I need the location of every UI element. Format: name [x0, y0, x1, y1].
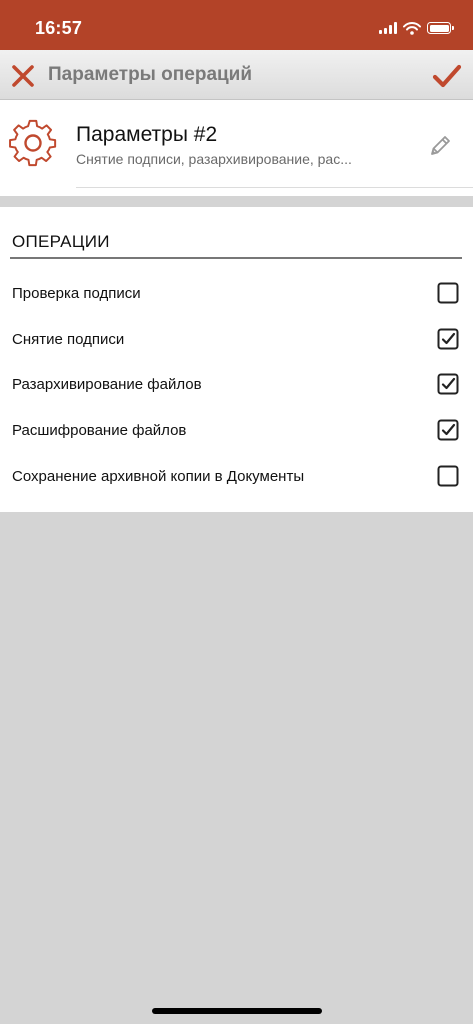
cellular-signal-icon: [379, 22, 397, 34]
navigation-bar: Параметры операций: [0, 50, 473, 100]
operation-row-decrypt-files[interactable]: Расшифрование файлов: [0, 409, 473, 455]
checkbox-unchecked[interactable]: [437, 282, 459, 304]
checkbox-checked[interactable]: [437, 419, 459, 441]
home-indicator[interactable]: [152, 1008, 322, 1014]
wifi-icon: [403, 21, 421, 35]
pencil-icon[interactable]: [427, 133, 453, 159]
operation-label: Проверка подписи: [12, 285, 141, 302]
status-icons: [379, 20, 454, 36]
gear-icon: [9, 119, 57, 167]
operation-row-remove-signature[interactable]: Снятие подписи: [0, 318, 473, 364]
profile-subtitle: Снятие подписи, разархивирование, рас...: [76, 151, 352, 167]
divider: [76, 187, 473, 188]
operation-row-verify-signature[interactable]: Проверка подписи: [0, 272, 473, 318]
status-bar: 16:57: [0, 0, 473, 50]
operation-label: Разархивирование файлов: [12, 376, 202, 393]
profile-name: Параметры #2: [76, 123, 218, 146]
checkbox-checked[interactable]: [437, 328, 459, 350]
status-time: 16:57: [35, 18, 83, 38]
operations-header: ОПЕРАЦИИ: [12, 232, 110, 251]
operation-label: Расшифрование файлов: [12, 422, 187, 439]
close-icon[interactable]: [10, 63, 36, 89]
checkbox-checked[interactable]: [437, 373, 459, 395]
operation-label: Сохранение архивной копии в Документы: [12, 468, 305, 485]
profile-card: [0, 100, 473, 196]
operation-row-save-archive-copy[interactable]: Сохранение архивной копии в Документы: [0, 455, 473, 501]
page-title: Параметры операций: [48, 64, 253, 85]
battery-icon: [427, 22, 454, 34]
operation-label: Снятие подписи: [12, 331, 125, 348]
checkmark-icon[interactable]: [431, 62, 463, 90]
checkbox-unchecked[interactable]: [437, 465, 459, 487]
section-rule: [10, 257, 462, 259]
operation-row-unarchive-files[interactable]: Разархивирование файлов: [0, 363, 473, 409]
